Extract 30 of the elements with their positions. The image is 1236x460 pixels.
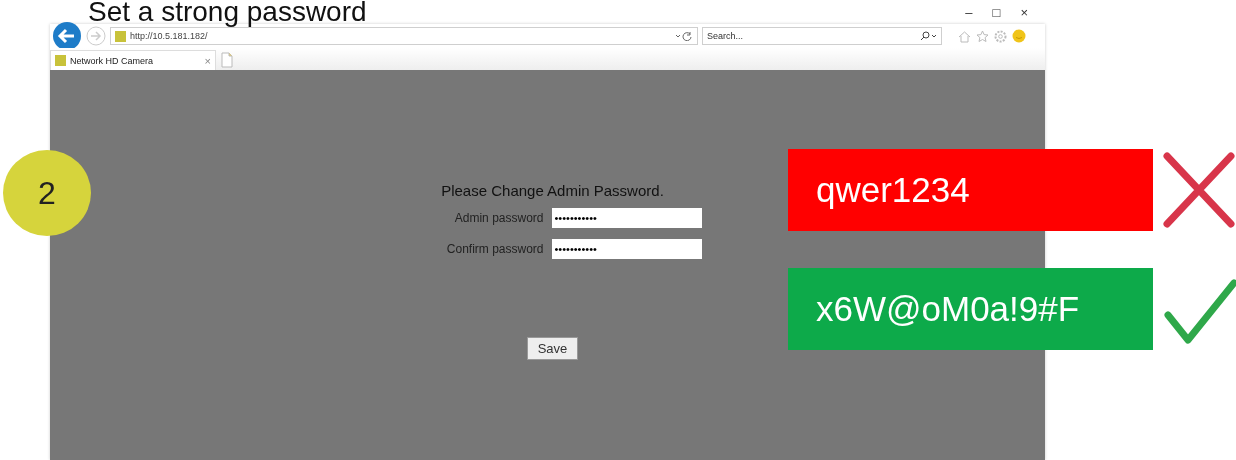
- browser-tab[interactable]: Network HD Camera ×: [50, 50, 216, 70]
- back-button[interactable]: [52, 21, 82, 51]
- field-label: Confirm password: [445, 242, 544, 256]
- form-heading: Please Change Admin Password.: [441, 182, 664, 199]
- field-label: Admin password: [453, 211, 544, 225]
- site-icon: [55, 55, 66, 66]
- minimize-button[interactable]: –: [965, 4, 973, 20]
- url-text: http://10.5.181.182/: [130, 31, 209, 41]
- refresh-icon[interactable]: [675, 31, 693, 41]
- password-example: x6W@oM0a!9#F: [788, 268, 1153, 350]
- password-field[interactable]: •••••••••••: [551, 239, 702, 259]
- site-icon: [115, 30, 126, 42]
- star-icon[interactable]: [976, 29, 989, 43]
- check-icon: [1163, 277, 1236, 347]
- forward-button[interactable]: [86, 26, 106, 46]
- smiley-icon[interactable]: [1012, 29, 1026, 43]
- address-bar[interactable]: http://10.5.181.182/: [110, 27, 698, 45]
- tab-title: Network HD Camera: [70, 55, 155, 66]
- new-tab-button[interactable]: [220, 51, 234, 69]
- maximize-button[interactable]: □: [992, 4, 1001, 20]
- home-icon[interactable]: [958, 29, 971, 43]
- password-field[interactable]: •••••••••••: [551, 208, 702, 228]
- password-example: qwer1234: [788, 149, 1153, 231]
- close-button[interactable]: ×: [1020, 4, 1028, 20]
- step-number: 2: [3, 150, 91, 236]
- search-field[interactable]: Search...: [702, 27, 942, 45]
- save-button[interactable]: Save: [526, 337, 579, 360]
- settings-icon[interactable]: [994, 29, 1007, 43]
- cross-icon: [1161, 150, 1236, 230]
- close-tab-button[interactable]: ×: [204, 54, 211, 67]
